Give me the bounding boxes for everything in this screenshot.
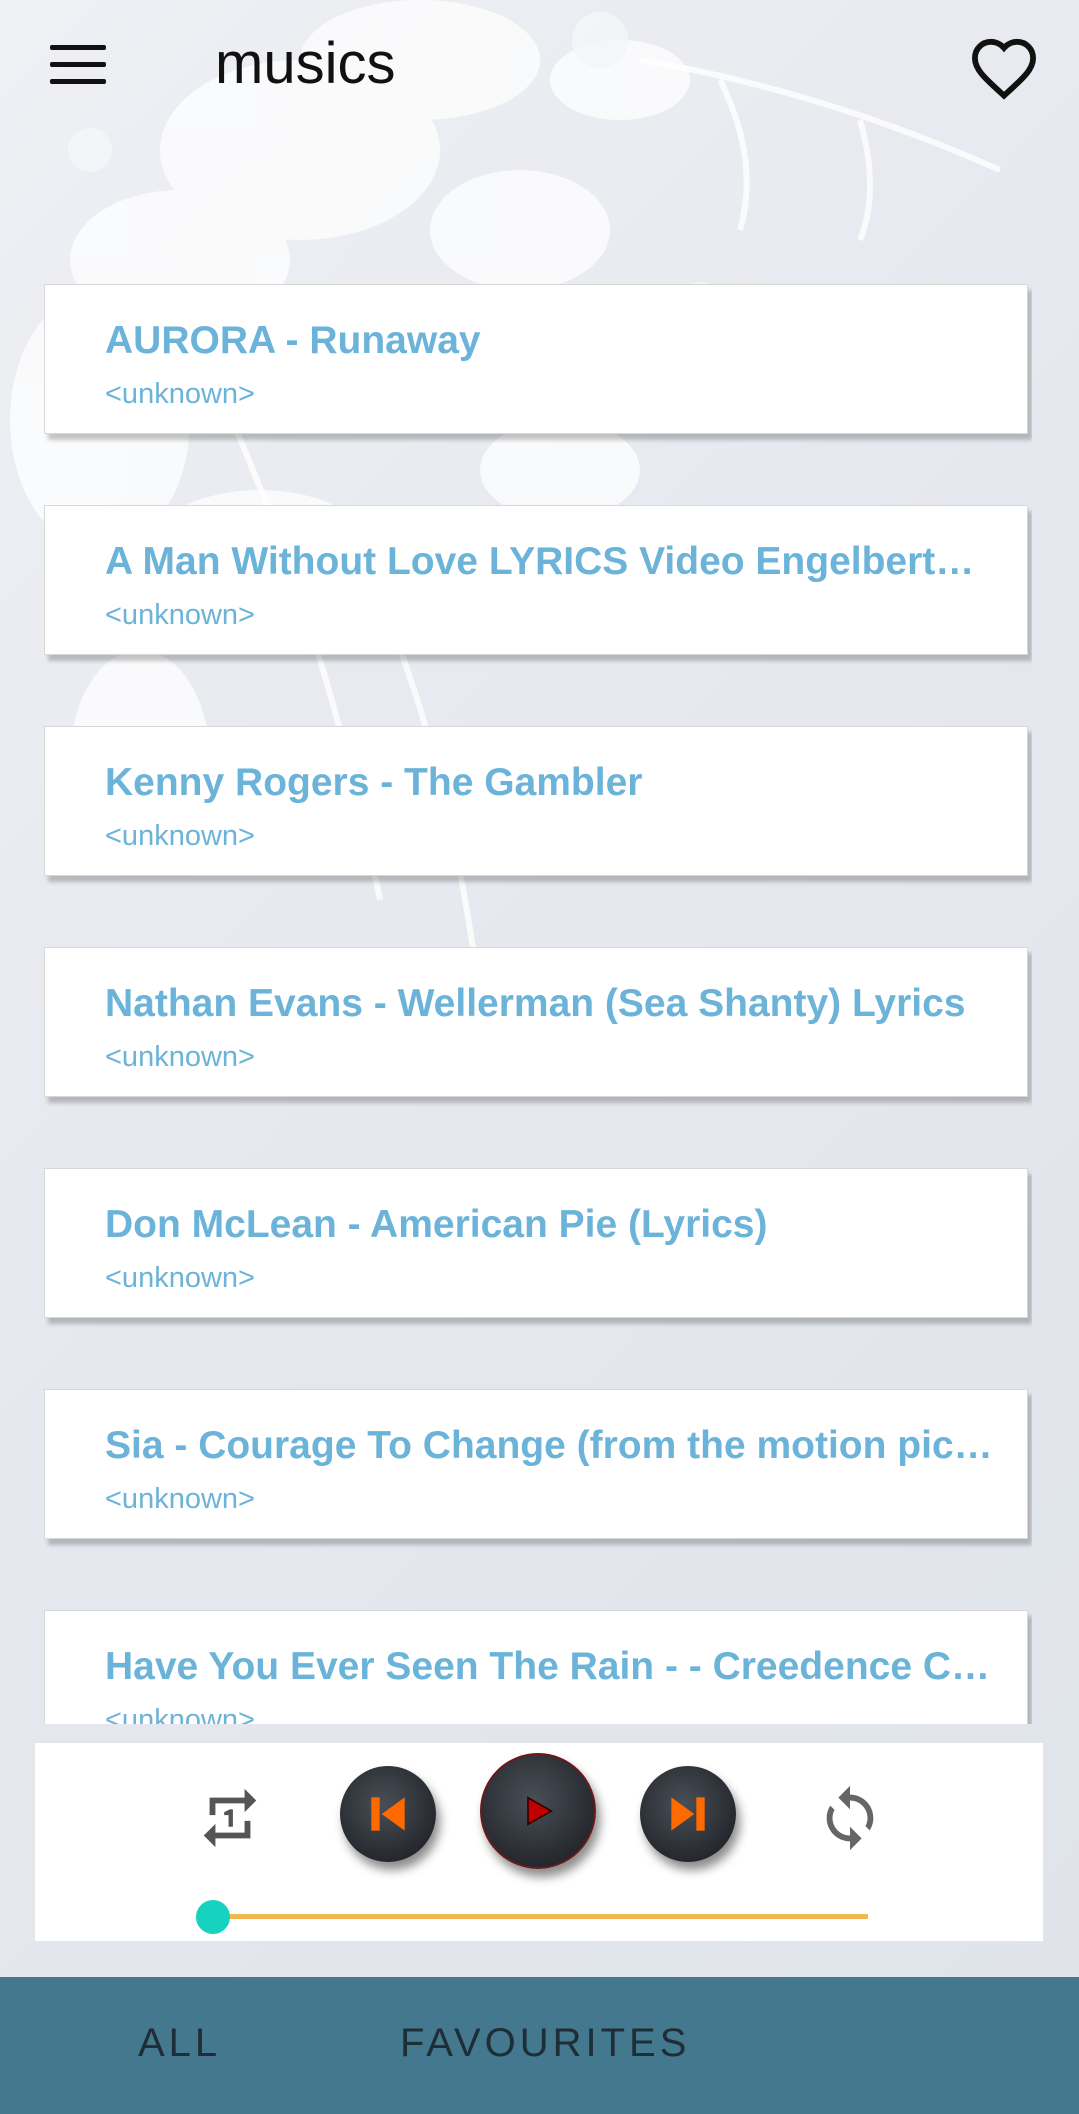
song-list-item[interactable]: Kenny Rogers - The Gambler <unknown> (44, 726, 1028, 876)
menu-bar-top (50, 45, 106, 50)
tab-favourites[interactable]: FAVOURITES (400, 2021, 690, 2066)
refresh-loop-icon[interactable] (815, 1783, 885, 1853)
progress-thumb[interactable] (196, 1900, 230, 1934)
song-title: Nathan Evans - Wellerman (Sea Shanty) Ly… (105, 982, 966, 1025)
song-title: Have You Ever Seen The Rain - - Creedenc… (105, 1645, 991, 1688)
song-title: Sia - Courage To Change (from the motion… (105, 1424, 993, 1467)
hamburger-menu-icon[interactable] (50, 45, 116, 95)
skip-previous-icon (371, 1797, 405, 1831)
song-list-item[interactable]: Sia - Courage To Change (from the motion… (44, 1389, 1028, 1539)
heart-icon[interactable] (969, 36, 1039, 100)
play-icon (527, 1796, 554, 1826)
song-title: A Man Without Love LYRICS Video Engelber… (105, 540, 975, 583)
bottom-tab-bar: ALL FAVOURITES (0, 1977, 1079, 2114)
page-title: musics (215, 31, 396, 96)
repeat-one-icon[interactable] (195, 1783, 265, 1853)
song-list-item[interactable]: Nathan Evans - Wellerman (Sea Shanty) Ly… (44, 947, 1028, 1097)
song-artist: <unknown> (105, 599, 255, 631)
song-list-item[interactable]: Have You Ever Seen The Rain - - Creedenc… (44, 1610, 1028, 1724)
progress-bar[interactable] (213, 1914, 868, 1919)
song-list-item[interactable]: AURORA - Runaway <unknown> (44, 284, 1028, 434)
song-title: Kenny Rogers - The Gambler (105, 761, 643, 804)
song-list-item[interactable]: Don McLean - American Pie (Lyrics) <unkn… (44, 1168, 1028, 1318)
song-artist: <unknown> (105, 820, 255, 852)
song-artist: <unknown> (105, 1704, 255, 1724)
skip-next-icon (671, 1797, 705, 1831)
song-artist: <unknown> (105, 1041, 255, 1073)
skip-previous-button[interactable] (340, 1766, 436, 1862)
tab-all[interactable]: ALL (138, 2021, 221, 2066)
app-header: musics (0, 0, 1079, 140)
player-controls (34, 1742, 1044, 1942)
song-artist: <unknown> (105, 1262, 255, 1294)
menu-bar-bottom (50, 79, 106, 84)
song-list[interactable]: AURORA - Runaway <unknown> A Man Without… (44, 284, 1032, 1724)
song-title: Don McLean - American Pie (Lyrics) (105, 1203, 768, 1246)
song-list-item[interactable]: A Man Without Love LYRICS Video Engelber… (44, 505, 1028, 655)
song-artist: <unknown> (105, 378, 255, 410)
song-artist: <unknown> (105, 1483, 255, 1515)
song-title: AURORA - Runaway (105, 319, 481, 362)
play-button[interactable] (480, 1753, 596, 1869)
menu-bar-middle (50, 62, 106, 67)
skip-next-button[interactable] (640, 1766, 736, 1862)
